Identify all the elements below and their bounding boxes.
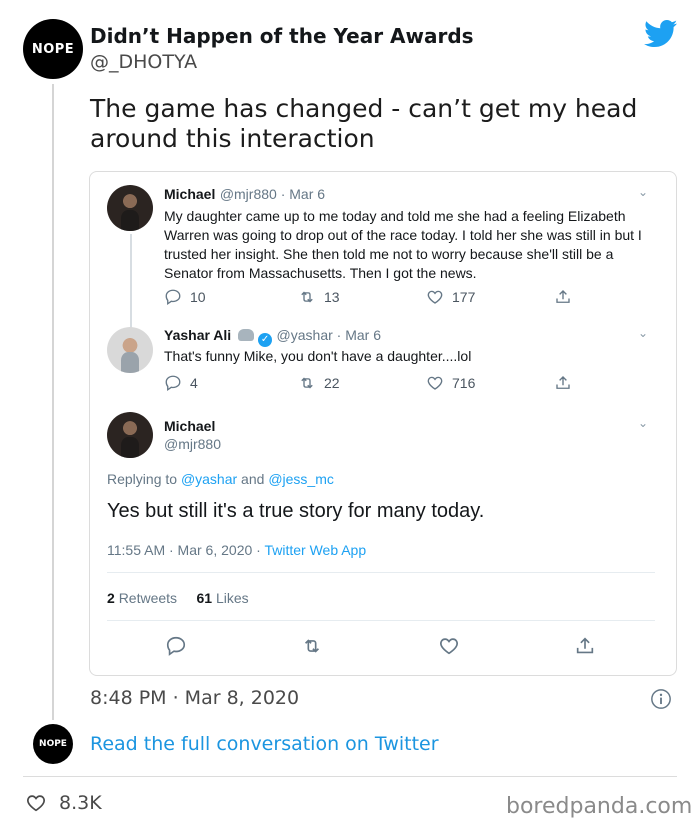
watermark: boredpanda.com xyxy=(506,794,693,819)
avatar[interactable] xyxy=(107,185,153,231)
elephant-icon xyxy=(237,329,254,341)
tweet2-meta: @yashar · Mar 6 xyxy=(276,327,382,343)
tweet3-meta: 11:55 AM · Mar 6, 2020 · Twitter Web App xyxy=(107,542,366,558)
reply-count: 10 xyxy=(190,289,206,305)
heart-icon xyxy=(27,795,45,812)
divider xyxy=(107,572,655,573)
reply-icon xyxy=(165,375,181,392)
tweet3-handle[interactable]: @mjr880 xyxy=(164,436,221,452)
tweet1-header: Michael @mjr880 · Mar 6 xyxy=(164,186,325,204)
replying-to: Replying to @yashar and @jess_mc xyxy=(107,471,334,487)
replying-and: and xyxy=(237,471,269,487)
twitter-bird-icon[interactable] xyxy=(644,20,678,48)
like-count: 177 xyxy=(452,289,476,305)
outer-like-button[interactable]: 8.3K xyxy=(25,792,102,814)
tweet3-author-name[interactable]: Michael xyxy=(164,418,215,434)
tweet3-text: Yes but still it's a true story for many… xyxy=(107,500,485,522)
verified-badge-icon: ✓ xyxy=(258,333,273,347)
read-conversation-link[interactable]: Read the full conversation on Twitter xyxy=(90,733,439,755)
avatar[interactable] xyxy=(107,412,153,458)
share-button[interactable] xyxy=(554,288,572,306)
author-name[interactable]: Didn’t Happen of the Year Awards xyxy=(90,24,474,48)
mention-link[interactable]: @yashar xyxy=(181,471,237,487)
reply-count: 4 xyxy=(190,375,198,391)
divider xyxy=(23,776,677,777)
tweet-timestamp[interactable]: 8:48 PM · Mar 8, 2020 xyxy=(90,687,299,709)
retweet-count: 13 xyxy=(324,289,340,305)
tweet3-stats: 2 Retweets 61 Likes xyxy=(107,590,249,606)
tweet1-author-name[interactable]: Michael xyxy=(164,186,215,202)
info-icon[interactable] xyxy=(650,688,672,710)
likes-stat[interactable]: 61 Likes xyxy=(197,590,249,606)
reply-button[interactable]: 10 xyxy=(164,288,206,306)
share-button[interactable] xyxy=(554,374,572,392)
outer-like-count: 8.3K xyxy=(59,792,102,814)
retweets-stat[interactable]: 2 Retweets xyxy=(107,590,177,606)
tweet2-header: Yashar Ali ✓ @yashar · Mar 6 xyxy=(164,327,381,347)
tweet3-time-date[interactable]: 11:55 AM · Mar 6, 2020 · xyxy=(107,542,264,558)
chevron-down-icon[interactable]: ⌄ xyxy=(638,416,648,430)
chevron-down-icon[interactable]: ⌄ xyxy=(638,185,648,199)
like-button[interactable]: 716 xyxy=(426,374,475,392)
reply-icon[interactable] xyxy=(165,635,187,657)
avatar[interactable] xyxy=(107,327,153,373)
tweet2-text: That's funny Mike, you don't have a daug… xyxy=(164,348,472,364)
retweet-button[interactable]: 22 xyxy=(298,374,340,392)
retweet-icon xyxy=(301,291,313,303)
inner-thread-line xyxy=(130,234,132,330)
like-count: 716 xyxy=(452,375,476,391)
mention-link[interactable]: @jess_mc xyxy=(268,471,334,487)
heart-icon xyxy=(427,290,443,304)
retweet-icon[interactable] xyxy=(301,635,323,657)
divider xyxy=(107,620,655,621)
tweet1-text: My daughter came up to me today and told… xyxy=(164,208,642,281)
retweet-button[interactable]: 13 xyxy=(298,288,340,306)
chevron-down-icon[interactable]: ⌄ xyxy=(638,326,648,340)
tweet1-meta: @mjr880 · Mar 6 xyxy=(219,186,326,202)
author-avatar[interactable]: NOPE xyxy=(23,19,83,79)
share-icon[interactable] xyxy=(574,635,596,657)
tweet-text: The game has changed - can’t get my head… xyxy=(90,94,638,153)
retweet-icon xyxy=(301,377,313,389)
share-icon xyxy=(556,290,570,303)
retweet-count: 22 xyxy=(324,375,340,391)
heart-icon xyxy=(427,376,443,390)
heart-icon[interactable] xyxy=(438,635,460,657)
replying-prefix: Replying to xyxy=(107,471,181,487)
like-button[interactable]: 177 xyxy=(426,288,475,306)
embedded-screenshot: Michael @mjr880 · Mar 6 ⌄ My daughter ca… xyxy=(89,171,677,676)
reply-icon xyxy=(165,289,181,306)
thread-line xyxy=(52,84,54,720)
share-icon xyxy=(556,376,570,389)
author-handle[interactable]: @_DHOTYA xyxy=(90,51,197,73)
small-avatar[interactable]: NOPE xyxy=(33,724,73,764)
tweet2-author-name[interactable]: Yashar Ali xyxy=(164,327,231,343)
reply-button[interactable]: 4 xyxy=(164,374,198,392)
source-link[interactable]: Twitter Web App xyxy=(264,542,366,558)
